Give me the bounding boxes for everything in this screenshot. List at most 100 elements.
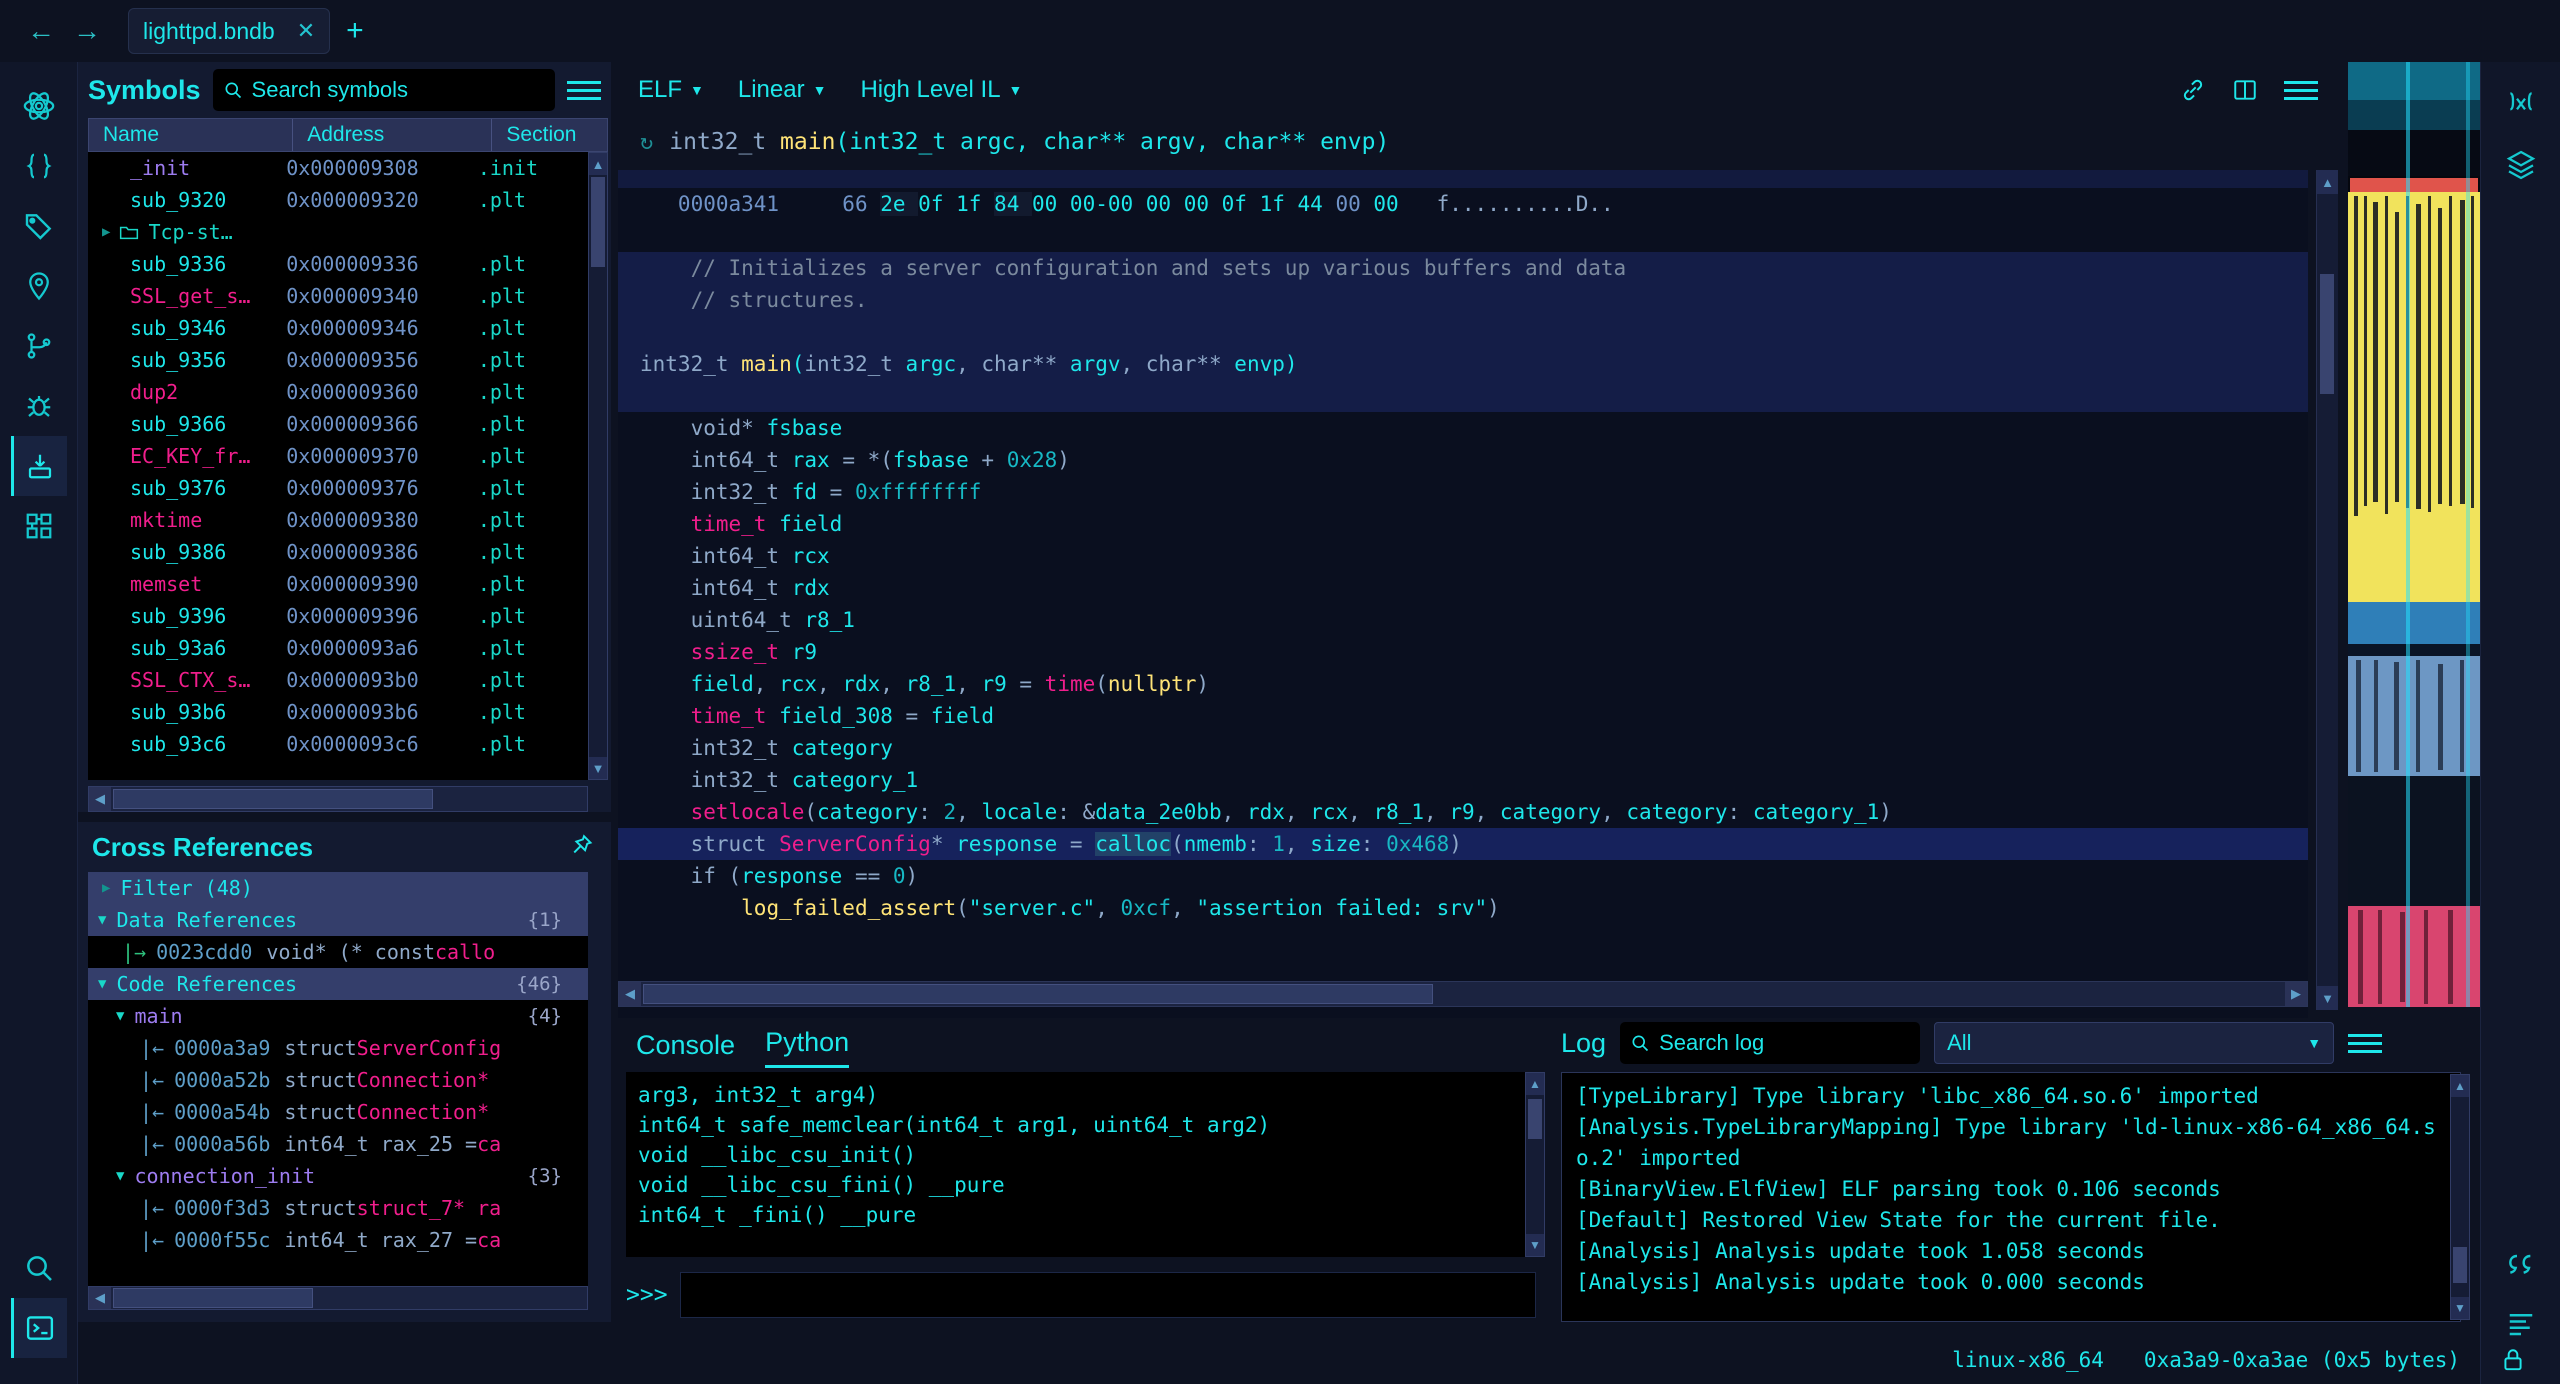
split-pane-icon[interactable] — [2232, 77, 2258, 103]
symbol-name[interactable]: EC_KEY_fr… — [88, 444, 286, 468]
console-tab-python[interactable]: Python — [765, 1027, 850, 1068]
symbol-name[interactable]: mktime — [88, 508, 286, 532]
xrefs-item[interactable]: |→ 0023cdd0 void* (* const callo — [88, 936, 588, 968]
chevron-down-icon[interactable]: ▼ — [98, 912, 106, 928]
column-header-section[interactable]: Section — [492, 119, 607, 151]
components-icon[interactable] — [11, 496, 67, 556]
scroll-up-icon[interactable]: ▲ — [589, 153, 607, 175]
code-line[interactable]: if (response == 0) — [618, 860, 2308, 892]
xrefs-group-header[interactable]: ▼ Code References {46} — [88, 968, 588, 1000]
table-row[interactable]: dup2 0x000009360 .plt — [88, 376, 588, 408]
table-row[interactable]: sub_9320 0x000009320 .plt — [88, 184, 588, 216]
code-line[interactable]: int32_t fd = 0xffffffff — [618, 476, 2308, 508]
symbols-vertical-scrollbar[interactable]: ▲ ▼ — [588, 152, 608, 780]
table-row[interactable]: sub_9386 0x000009386 .plt — [88, 536, 588, 568]
search-log-input[interactable]: Search log — [1620, 1022, 1921, 1064]
symbol-name[interactable]: sub_9386 — [88, 540, 286, 564]
console-tab-console[interactable]: Console — [636, 1030, 735, 1068]
xrefs-item[interactable]: |← 0000a54b struct Connection* — [88, 1096, 588, 1128]
table-row[interactable]: sub_93a6 0x0000093a6 .plt — [88, 632, 588, 664]
il-dropdown[interactable]: High Level IL ▼ — [860, 76, 1022, 104]
hex-byte[interactable]: 1f — [956, 192, 994, 216]
chevron-right-icon[interactable]: ▶ — [102, 224, 110, 240]
symbol-name[interactable]: sub_9376 — [88, 476, 286, 500]
hscroll-thumb[interactable] — [643, 984, 1433, 1004]
lock-icon[interactable] — [2500, 1346, 2526, 1374]
file-tab[interactable]: lighttpd.bndb ✕ — [128, 8, 331, 54]
symbol-name[interactable]: sub_9336 — [88, 252, 286, 276]
forward-icon[interactable]: → — [64, 8, 110, 54]
binary-minimap[interactable] — [2348, 62, 2480, 1007]
hex-byte[interactable]: 00 — [1184, 192, 1222, 216]
code-line[interactable]: ssize_t r9 — [618, 636, 2308, 668]
table-row[interactable]: _init 0x000009308 .init — [88, 152, 588, 184]
search-icon[interactable] — [11, 1238, 67, 1298]
table-row[interactable]: sub_93b6 0x0000093b6 .plt — [88, 696, 588, 728]
table-row[interactable]: sub_9396 0x000009396 .plt — [88, 600, 588, 632]
chevron-down-icon[interactable]: ▼ — [116, 1168, 124, 1184]
search-symbols-input[interactable]: Search symbols — [212, 69, 555, 111]
hscroll-thumb[interactable] — [113, 1288, 313, 1308]
symbol-name[interactable]: sub_9366 — [88, 412, 286, 436]
code-line[interactable]: int64_t rax = *(fsbase + 0x28) — [618, 444, 2308, 476]
scroll-thumb[interactable] — [2453, 1247, 2467, 1283]
scroll-up-icon[interactable]: ▲ — [2451, 1075, 2469, 1097]
code-line[interactable]: setlocale(category: 2, locale: &data_2e0… — [618, 796, 2308, 828]
code-horizontal-scrollbar[interactable]: ◀ ▶ — [618, 981, 2308, 1007]
hex-byte[interactable]: 44 — [1298, 192, 1336, 216]
import-icon[interactable] — [10, 436, 67, 496]
symbols-table-body[interactable]: _init 0x000009308 .init sub_9320 0x000009320… — [88, 152, 588, 780]
scroll-left-icon[interactable]: ◀ — [89, 1287, 111, 1309]
symbol-name[interactable]: _init — [88, 156, 286, 180]
scroll-down-icon[interactable]: ▼ — [589, 757, 607, 779]
column-header-address[interactable]: Address — [293, 119, 493, 151]
table-row[interactable]: sub_9356 0x000009356 .plt — [88, 344, 588, 376]
code-line[interactable]: int32_t category — [618, 732, 2308, 764]
table-row[interactable]: mktime 0x000009380 .plt — [88, 504, 588, 536]
xrefs-tree[interactable]: ▶ Filter (48) ▼ Data References {1} |→ 0023cdd… — [88, 872, 588, 1290]
hex-byte[interactable]: 00 — [1032, 192, 1070, 216]
symbol-name[interactable]: sub_9396 — [88, 604, 286, 628]
xrefs-item[interactable]: |← 0000f3d3 struct struct_7* ra — [88, 1192, 588, 1224]
scroll-right-icon[interactable]: ▶ — [2285, 982, 2307, 1006]
scroll-up-icon[interactable]: ▲ — [1526, 1073, 1544, 1095]
function-x-icon[interactable] — [2493, 74, 2549, 134]
tag-icon[interactable] — [11, 196, 67, 256]
scroll-thumb[interactable] — [1528, 1099, 1542, 1139]
scroll-down-icon[interactable]: ▼ — [2451, 1297, 2469, 1319]
table-row[interactable]: SSL_CTX_s… 0x0000093b0 .plt — [88, 664, 588, 696]
xrefs-item[interactable]: |← 0000f55c int64_t rax_27 = ca — [88, 1224, 588, 1256]
scroll-down-icon[interactable]: ▼ — [2317, 986, 2338, 1010]
hex-byte[interactable]: 00 — [1373, 192, 1411, 216]
code-line[interactable]: int64_t rdx — [618, 572, 2308, 604]
hex-byte[interactable]: 00 — [1146, 192, 1184, 216]
table-row[interactable]: EC_KEY_fr… 0x000009370 .plt — [88, 440, 588, 472]
code-line[interactable]: field, rcx, rdx, r8_1, r9 = time(nullptr… — [618, 668, 2308, 700]
scroll-thumb[interactable] — [591, 177, 605, 267]
table-row[interactable]: sub_9366 0x000009366 .plt — [88, 408, 588, 440]
console-vertical-scrollbar[interactable]: ▲ ▼ — [1525, 1072, 1545, 1257]
code-line[interactable]: time_t field_308 = field — [618, 700, 2308, 732]
xrefs-horizontal-scrollbar[interactable]: ◀ — [88, 1286, 588, 1310]
back-icon[interactable]: ← — [18, 8, 64, 54]
xrefs-function-header[interactable]: ▼ connection_init {3} — [88, 1160, 588, 1192]
hex-byte[interactable]: 0f — [918, 192, 956, 216]
hex-dump-line[interactable]: 0000a341 66 2e 0f 1f 84 00 00-00 00 00 0… — [618, 188, 2308, 220]
xrefs-item[interactable]: |← 0000a56b int64_t rax_25 = ca — [88, 1128, 588, 1160]
console-tabs[interactable]: Console Python — [618, 1018, 1553, 1068]
hex-byte[interactable]: 84 — [994, 192, 1032, 216]
atom-icon[interactable] — [11, 76, 67, 136]
symbol-name[interactable]: memset — [88, 572, 286, 596]
function-signature-line[interactable]: int32_t main(int32_t argc, char** argv, … — [618, 348, 2308, 380]
hex-byte[interactable]: 00-00 — [1070, 192, 1146, 216]
chevron-down-icon[interactable]: ▼ — [116, 1008, 124, 1024]
log-vertical-scrollbar[interactable]: ▲ ▼ — [2450, 1074, 2470, 1320]
symbol-name[interactable]: sub_93c6 — [88, 732, 286, 756]
code-line[interactable]: time_t field — [618, 508, 2308, 540]
scroll-left-icon[interactable]: ◀ — [619, 982, 641, 1006]
new-tab-icon[interactable]: + — [346, 14, 364, 48]
console-output[interactable]: arg3, int32_t arg4) int64_t safe_memclea… — [626, 1072, 1536, 1257]
hex-byte[interactable]: 00 — [1335, 192, 1373, 216]
symbol-name[interactable]: sub_93b6 — [88, 700, 286, 724]
pin-icon[interactable] — [571, 834, 597, 860]
